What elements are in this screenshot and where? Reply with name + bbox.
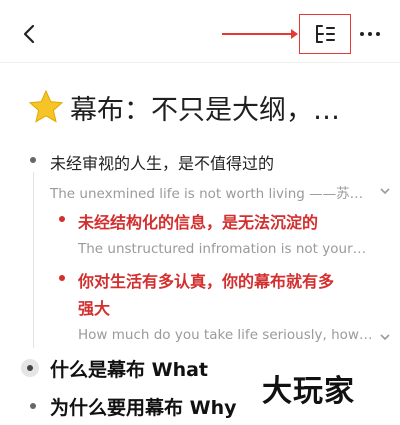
bullet-dot[interactable] <box>59 275 65 281</box>
bullet-dot[interactable] <box>30 157 36 163</box>
bullet-dot[interactable] <box>59 216 65 222</box>
outline-item-b[interactable]: 未经结构化的信息，是无法沉淀的 <box>78 209 318 233</box>
outline-list-icon <box>316 25 335 43</box>
more-button[interactable] <box>354 18 386 50</box>
outline-item-c-line2[interactable]: 强大 <box>78 295 110 319</box>
item-note-c[interactable]: How much do you take life seriously, how… <box>78 327 372 343</box>
indent-guide <box>33 172 34 348</box>
item-note-a[interactable]: The unexmined life is not worth living —… <box>50 182 363 202</box>
top-divider <box>0 62 400 63</box>
outline-item-a[interactable]: 未经审视的人生，是不值得过的 <box>50 150 274 174</box>
watermark-logo: 大玩家 <box>262 374 355 409</box>
chevron-down-icon[interactable] <box>379 186 391 196</box>
document-title[interactable]: 幕布：不只是大纲，… <box>28 84 340 130</box>
collapsed-bullet[interactable] <box>21 359 39 377</box>
more-icon <box>360 32 380 36</box>
page-title: 幕布：不只是大纲，… <box>70 94 340 126</box>
outline-heading-why[interactable]: 为什么要用幕布 Why <box>50 393 236 420</box>
star-icon <box>28 89 64 123</box>
outline-button[interactable] <box>299 14 351 54</box>
outline-item-c-line1[interactable]: 你对生活有多认真，你的幕布就有多 <box>78 268 334 292</box>
outline-heading-what[interactable]: 什么是幕布 What <box>50 355 208 382</box>
annotation-arrow <box>222 29 298 39</box>
back-button[interactable] <box>14 18 46 50</box>
item-note-b[interactable]: The unstructured infromation is not your… <box>78 241 366 257</box>
top-bar <box>0 0 400 62</box>
bullet-dot[interactable] <box>30 403 36 409</box>
chevron-down-icon[interactable] <box>379 332 391 342</box>
back-arrow-icon <box>23 24 35 44</box>
